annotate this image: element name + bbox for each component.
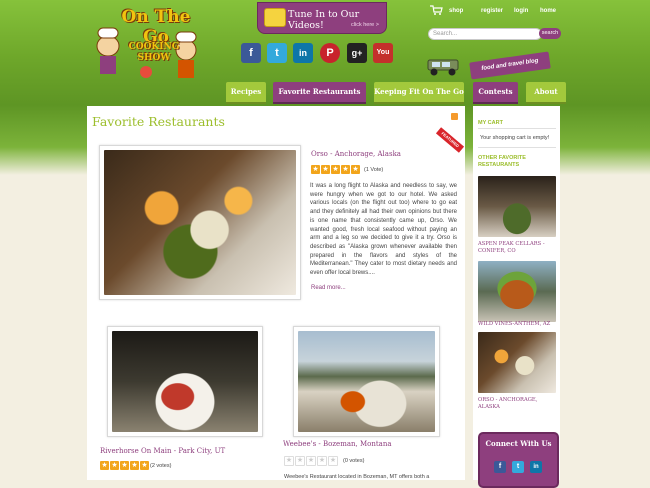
star-icon[interactable]: ★ <box>110 461 119 470</box>
other-restaurants-heading-line2: RESTAURANTS <box>478 162 520 168</box>
shop-link[interactable]: shop <box>449 8 463 18</box>
star-icon[interactable]: ★ <box>120 461 129 470</box>
nav-favorite-restaurants[interactable]: Favorite Restaurants <box>273 82 366 104</box>
featured-votes: (1 Vote) <box>364 167 384 173</box>
star-icon[interactable]: ★ <box>140 461 149 470</box>
star-icon[interactable]: ★ <box>351 165 360 174</box>
featured-badge: FEATURED <box>435 127 465 153</box>
linkedin-icon[interactable]: in <box>530 461 542 473</box>
star-empty-icon[interactable]: ★ <box>295 456 305 466</box>
riverhorse-dish-photo[interactable] <box>112 331 258 432</box>
star-icon[interactable]: ★ <box>331 165 340 174</box>
videos-banner[interactable]: Tune In to Our Videos! click here > <box>257 2 387 34</box>
star-empty-icon[interactable]: ★ <box>306 456 316 466</box>
divider <box>478 147 556 148</box>
star-icon[interactable]: ★ <box>341 165 350 174</box>
star-empty-icon[interactable]: ★ <box>284 456 294 466</box>
featured-rating-stars[interactable]: ★ ★ ★ ★ ★ <box>311 165 361 174</box>
facebook-icon[interactable]: f <box>494 461 506 473</box>
cart-heading: MY CART <box>478 120 503 126</box>
star-empty-icon[interactable]: ★ <box>317 456 327 466</box>
weebees-dish-photo[interactable] <box>298 331 435 432</box>
weebees-rating-stars[interactable]: ★ ★ ★ ★ ★ <box>284 456 339 466</box>
read-more-link[interactable]: Read more... <box>311 285 346 291</box>
aspen-peak-caption[interactable]: ASPEN PEAK CELLARS - CONIFER, CO <box>478 241 560 254</box>
jeep-icon <box>427 59 459 76</box>
logo-line-cooking: COOKING <box>128 42 180 52</box>
riverhorse-image-frame[interactable] <box>107 326 263 437</box>
cart-icon[interactable] <box>430 5 443 15</box>
riverhorse-votes: (2 votes) <box>150 463 172 469</box>
twitter-icon[interactable]: t <box>267 43 287 63</box>
linkedin-icon[interactable]: in <box>293 43 313 63</box>
featured-image-frame[interactable] <box>99 145 301 300</box>
wild-vines-photo[interactable] <box>478 261 556 322</box>
logo-line-show: SHOW <box>137 53 171 63</box>
orso-photo[interactable] <box>478 332 556 393</box>
orso-caption-line2[interactable]: ALASKA <box>478 404 560 411</box>
google-plus-icon[interactable]: g+ <box>347 43 367 63</box>
logo-title: On The Go <box>121 7 191 47</box>
riverhorse-title[interactable]: Riverhorse On Main - Park City, UT <box>100 447 225 455</box>
weebees-image-frame[interactable] <box>293 326 440 437</box>
main-content: Favorite Restaurants FEATURED Orso - Anc… <box>87 106 465 480</box>
sidebar: MY CART Your shopping cart is empty! OTH… <box>473 106 560 488</box>
pinterest-icon[interactable]: P <box>320 43 340 63</box>
register-link[interactable]: register <box>481 8 503 18</box>
page-title: Favorite Restaurants <box>92 114 225 129</box>
star-icon[interactable]: ★ <box>130 461 139 470</box>
twitter-icon[interactable]: t <box>512 461 524 473</box>
facebook-icon[interactable]: f <box>241 43 261 63</box>
weebees-teaser: Weebee's Restaurant located in Bozeman, … <box>284 474 430 480</box>
cart-empty-text: Your shopping cart is empty! <box>480 135 550 141</box>
featured-restaurant-title[interactable]: Orso - Anchorage, Alaska <box>311 150 401 158</box>
riverhorse-rating-stars[interactable]: ★ ★ ★ ★ ★ <box>100 461 150 470</box>
nav-about[interactable]: About <box>526 82 566 104</box>
connect-title: Connect With Us <box>485 439 552 448</box>
aspen-peak-caption-line2[interactable]: CONIFER, CO <box>478 248 560 255</box>
wild-vines-caption[interactable]: WILD VINES-ANTHEM, AZ <box>478 321 560 328</box>
aspen-peak-photo[interactable] <box>478 176 556 237</box>
search-input[interactable]: Search... <box>428 28 542 40</box>
login-link[interactable]: login <box>514 8 528 18</box>
nav-keeping-fit[interactable]: Keeping Fit On The Go <box>374 82 464 104</box>
star-empty-icon[interactable]: ★ <box>328 456 338 466</box>
nav-contests[interactable]: Contests <box>473 82 518 104</box>
star-icon[interactable]: ★ <box>311 165 320 174</box>
featured-description: It was a long flight to Alaska and needl… <box>310 183 457 277</box>
nav-recipes[interactable]: Recipes <box>226 82 266 104</box>
divider <box>478 128 556 129</box>
weebees-votes: (0 votes) <box>343 458 365 464</box>
star-icon[interactable]: ★ <box>100 461 109 470</box>
star-icon[interactable]: ★ <box>321 165 330 174</box>
orso-caption[interactable]: ORSO - ANCHORAGE, ALASKA <box>478 397 560 410</box>
tv-icon <box>264 8 286 27</box>
other-restaurants-heading-line1: OTHER FAVORITE <box>478 155 526 161</box>
weebees-title[interactable]: Weebee's - Bozeman, Montana <box>283 440 392 448</box>
rss-icon[interactable] <box>451 113 458 120</box>
home-link[interactable]: home <box>540 8 556 18</box>
logo-subtitle: COOKING SHOW <box>114 42 194 64</box>
youtube-icon[interactable]: You <box>373 43 393 63</box>
videos-click-here[interactable]: click here > <box>351 22 379 28</box>
search-button[interactable]: search <box>539 28 561 39</box>
orso-dish-photo[interactable] <box>104 150 296 295</box>
